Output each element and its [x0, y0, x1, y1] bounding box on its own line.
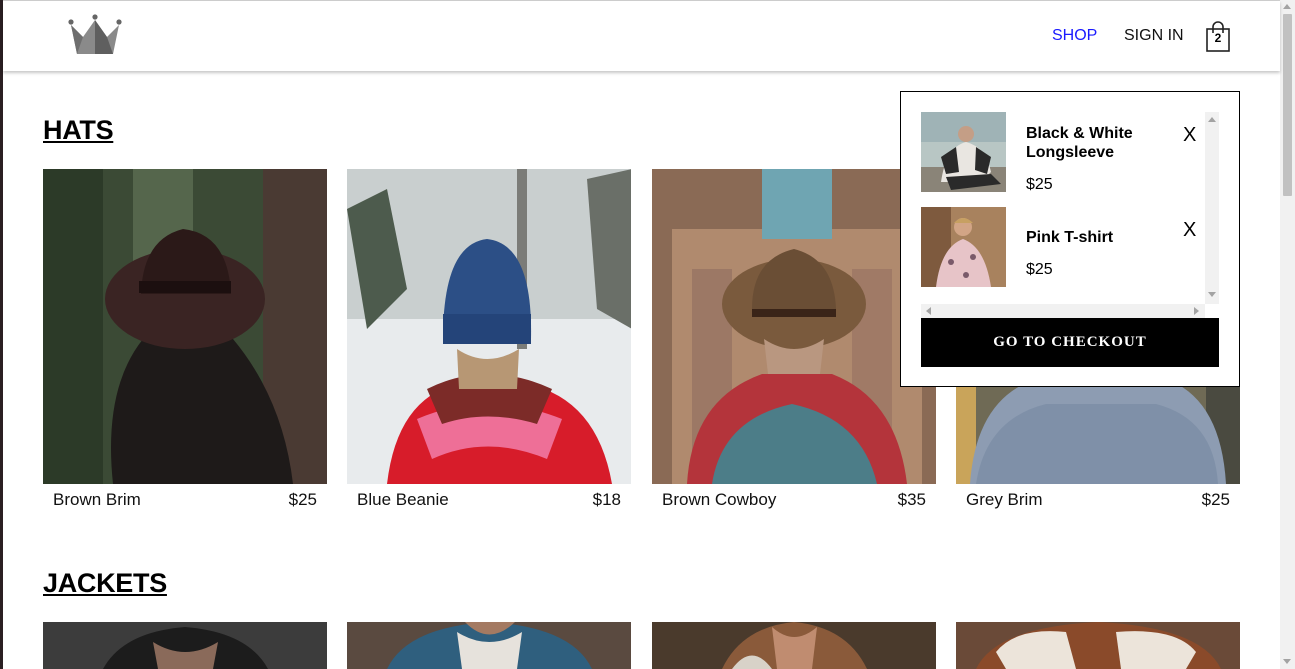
product-name: Brown Cowboy [662, 490, 777, 509]
product-card[interactable]: Brown Brim $25 [43, 169, 327, 509]
product-price: $25 [288, 490, 317, 509]
product-price: $18 [592, 490, 621, 509]
scroll-down-arrow-icon[interactable] [1208, 292, 1216, 297]
product-name: Brown Brim [53, 490, 141, 509]
product-card[interactable] [43, 622, 327, 669]
product-card[interactable]: Blue Beanie $18 [347, 169, 631, 509]
nav-shop-link[interactable]: SHOP [1052, 27, 1097, 45]
remove-item-button[interactable]: X [1183, 219, 1196, 242]
shopping-bag-icon[interactable]: 2 [1203, 19, 1233, 53]
scroll-right-arrow-icon[interactable] [1194, 307, 1199, 315]
product-card[interactable] [652, 622, 936, 669]
product-image-jacket [652, 622, 936, 669]
cart-dropdown: Black & White Longsleeve $25 X Pink T-sh… [900, 91, 1240, 387]
section-title-hats[interactable]: HATS [43, 115, 114, 146]
product-name: Grey Brim [966, 490, 1043, 509]
remove-item-button[interactable]: X [1183, 124, 1196, 147]
product-card[interactable] [956, 622, 1240, 669]
header: SHOP SIGN IN 2 [3, 1, 1280, 71]
scroll-up-arrow-icon[interactable] [1208, 117, 1216, 122]
page-scrollbar[interactable] [1280, 0, 1295, 669]
cart-item-name: Pink T-shirt [1026, 229, 1114, 246]
product-card[interactable] [347, 622, 631, 669]
product-name: Blue Beanie [357, 490, 449, 509]
product-image-brown-cowboy [652, 169, 936, 484]
cart-item: Black & White Longsleeve $25 X [921, 112, 1205, 193]
product-image-blue-beanie [347, 169, 631, 484]
product-price: $25 [1201, 490, 1230, 509]
go-to-checkout-button[interactable]: GO TO CHECKOUT [921, 318, 1219, 367]
product-price: $35 [897, 490, 926, 509]
section-title-jackets[interactable]: JACKETS [43, 568, 167, 599]
window-edge [0, 0, 3, 669]
cart-list-vertical-scrollbar[interactable] [1205, 112, 1219, 304]
cart-item-count: 2 [1214, 31, 1222, 45]
product-image-jacket [43, 622, 327, 669]
product-card[interactable]: Brown Cowboy $35 [652, 169, 936, 509]
cart-item-price: $25 [1026, 176, 1053, 193]
scroll-down-arrow-icon[interactable] [1283, 659, 1291, 664]
crown-logo[interactable] [67, 14, 123, 58]
cart-item-name: Black & White Longsleeve [1026, 125, 1133, 161]
scroll-left-arrow-icon[interactable] [926, 307, 931, 315]
cart-item-price: $25 [1026, 261, 1053, 278]
product-image-jacket [347, 622, 631, 669]
scrollbar-thumb[interactable] [1283, 14, 1292, 196]
cart-items-list[interactable]: Black & White Longsleeve $25 X Pink T-sh… [921, 112, 1219, 319]
cart-item-image [921, 112, 1006, 192]
scroll-up-arrow-icon[interactable] [1283, 4, 1291, 9]
cart-item: Pink T-shirt $25 X [921, 207, 1205, 287]
cart-list-horizontal-scrollbar[interactable] [921, 304, 1205, 318]
cart-item-image [921, 207, 1006, 287]
product-image-jacket [956, 622, 1240, 669]
nav-signin-link[interactable]: SIGN IN [1124, 27, 1184, 45]
product-image-brown-brim [43, 169, 327, 484]
